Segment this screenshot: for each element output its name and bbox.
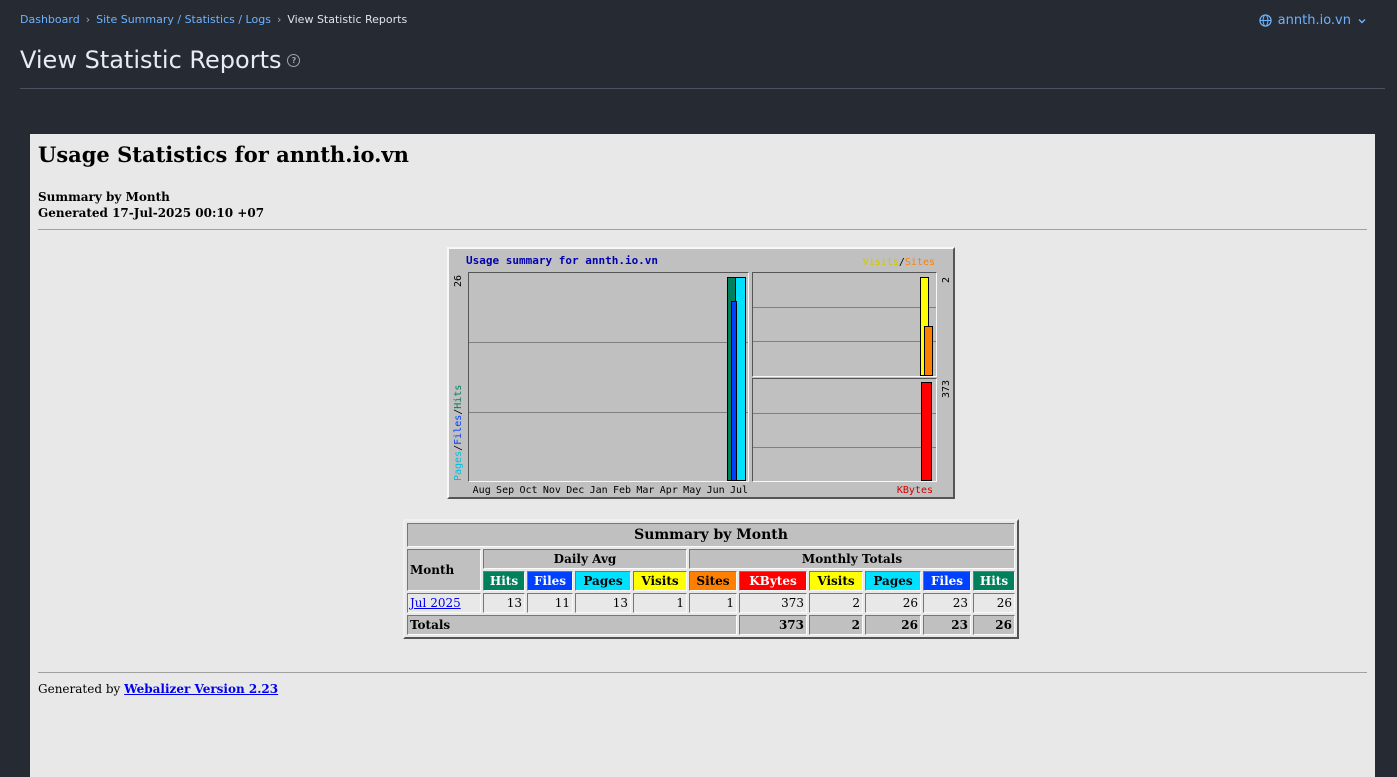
report-frame: Usage Statistics for annth.io.vn Summary…: [30, 134, 1375, 777]
col-files: Files: [923, 571, 971, 591]
col-kbytes: KBytes: [739, 571, 807, 591]
cell-files: 23: [923, 593, 971, 613]
cell-kbytes: 373: [739, 593, 807, 613]
globe-icon: [1258, 14, 1272, 27]
month-tick-label: Oct: [519, 485, 538, 496]
monthly-totals-header: Monthly Totals: [689, 549, 1015, 569]
month-tick-label: Jan: [589, 485, 608, 496]
domain-switcher[interactable]: annth.io.vn: [1258, 13, 1367, 28]
month-tick-label: Feb: [613, 485, 632, 496]
total-visits: 2: [809, 615, 863, 635]
month-tick-label: Aug: [472, 485, 491, 496]
col-visits: Visits: [809, 571, 863, 591]
divider: [38, 672, 1367, 673]
graph-title: Usage summary for annth.io.vn: [466, 254, 659, 267]
chevron-right-icon: ›: [276, 13, 282, 26]
col-avg-pages: Pages: [575, 571, 631, 591]
cell-sites: 1: [689, 593, 737, 613]
total-pages: 26: [865, 615, 921, 635]
generated-date: Generated 17-Jul-2025 00:10 +07: [38, 206, 265, 220]
col-avg-files: Files: [527, 571, 573, 591]
breadcrumb: Dashboard › Site Summary / Statistics / …: [20, 13, 407, 26]
summary-label: Summary by Month: [38, 190, 170, 204]
divider: [38, 229, 1367, 230]
cell-avg-visits: 1: [633, 593, 687, 613]
axis-pages: Pages: [453, 450, 464, 481]
summary-table: Summary by Month Month Daily Avg Monthly…: [403, 519, 1019, 639]
total-hits: 26: [973, 615, 1015, 635]
cell-avg-pages: 13: [575, 593, 631, 613]
row-month: Jul 2025: [407, 593, 481, 613]
month-axis: Aug Sep Oct Nov Dec Jan Feb Mar Apr May Jun Jul: [470, 485, 751, 496]
graph-visits-sites-legend: Visits/Sites: [862, 257, 935, 268]
kbytes-plot: [752, 378, 937, 482]
cell-avg-files: 11: [527, 593, 573, 613]
breadcrumb-site-summary[interactable]: Site Summary / Statistics / Logs: [96, 13, 271, 26]
y-max-kbytes: 373: [941, 379, 952, 398]
month-tick-label: Apr: [659, 485, 678, 496]
left-axis-legend: Pages/Files/Hits: [453, 384, 464, 481]
month-tick-label: Sep: [496, 485, 515, 496]
report-summary-head: Summary by Month Generated 17-Jul-2025 0…: [38, 189, 264, 221]
cell-hits: 26: [973, 593, 1015, 613]
month-tick-label: May: [683, 485, 702, 496]
table-title: Summary by Month: [407, 523, 1015, 547]
total-files: 23: [923, 615, 971, 635]
totals-row: Totals 373 2 26 23 26: [407, 615, 1015, 635]
breadcrumb-current: View Statistic Reports: [287, 13, 408, 26]
cell-pages: 26: [865, 593, 921, 613]
legend-visits: Visits: [862, 257, 899, 268]
breadcrumb-dashboard[interactable]: Dashboard: [20, 13, 80, 26]
table-row: Jul 2025 13 11 13 1 1 373 2 26 23 26: [407, 593, 1015, 613]
y-max-visits: 2: [941, 276, 952, 283]
axis-hits: Hits: [453, 384, 464, 409]
page-title-text: View Statistic Reports: [20, 46, 282, 74]
domain-label: annth.io.vn: [1277, 13, 1351, 28]
axis-files: Files: [453, 414, 464, 445]
chevron-right-icon: ›: [85, 13, 91, 26]
cell-avg-hits: 13: [483, 593, 525, 613]
month-link[interactable]: Jul 2025: [410, 596, 461, 610]
kbytes-label: KBytes: [896, 485, 933, 496]
usage-graph: Usage summary for annth.io.vn Visits/Sit…: [447, 247, 955, 499]
month-tick-label: Jun: [706, 485, 725, 496]
total-kbytes: 373: [739, 615, 807, 635]
page-title: View Statistic Reports ?: [20, 46, 301, 74]
daily-avg-header: Daily Avg: [483, 549, 687, 569]
col-avg-visits: Visits: [633, 571, 687, 591]
col-avg-hits: Hits: [483, 571, 525, 591]
footer: Generated by Webalizer Version 2.23: [38, 682, 278, 696]
hits-plot: [468, 272, 749, 482]
month-tick-label: Nov: [542, 485, 561, 496]
kbytes-bar: [921, 382, 932, 481]
footer-prefix: Generated by: [38, 682, 121, 696]
col-sites: Sites: [689, 571, 737, 591]
webalizer-link[interactable]: Webalizer Version 2.23: [124, 682, 278, 696]
sites-bar: [924, 326, 933, 376]
chevron-down-icon: [1358, 18, 1366, 23]
y-max-hits: 26: [453, 274, 464, 287]
header-divider: [20, 88, 1385, 89]
help-icon[interactable]: ?: [287, 53, 301, 67]
month-tick-label: Dec: [566, 485, 585, 496]
col-pages: Pages: [865, 571, 921, 591]
month-tick-label: Mar: [636, 485, 655, 496]
visits-plot: [752, 272, 937, 377]
col-hits: Hits: [973, 571, 1015, 591]
cell-visits: 2: [809, 593, 863, 613]
month-header: Month: [407, 549, 481, 591]
legend-sites: Sites: [904, 257, 935, 268]
month-tick-label: Jul: [729, 485, 749, 496]
totals-label: Totals: [407, 615, 737, 635]
files-bar: [731, 301, 737, 481]
report-heading: Usage Statistics for annth.io.vn: [38, 142, 409, 167]
